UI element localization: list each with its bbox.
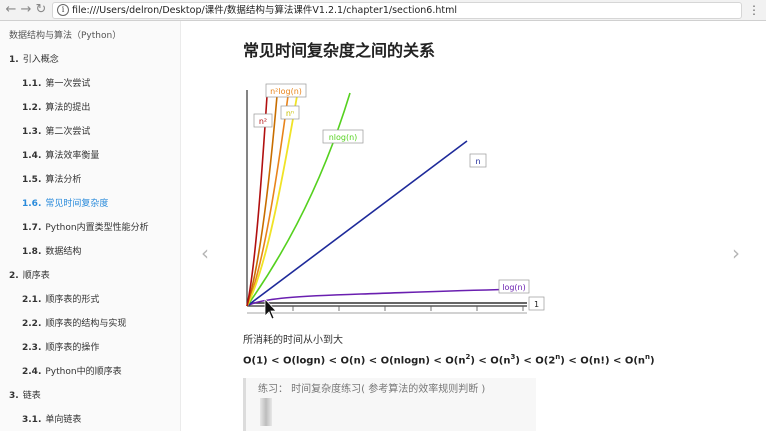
address-bar[interactable]: i file:///Users/delron/Desktop/课件/数据结构与算… (52, 2, 742, 19)
sidebar-item[interactable]: 1.6. 常见时间复杂度 (22, 196, 108, 209)
sidebar-item[interactable]: 1. 引入概念 (9, 52, 59, 65)
svg-text:n: n (475, 157, 480, 166)
sidebar-item-number: 1.5. (22, 175, 42, 185)
label-nlogn: nlog(n) (322, 129, 364, 144)
sidebar-item-label: 第一次尝试 (45, 79, 91, 89)
label-n2logn: n²log(n) (265, 83, 307, 98)
sidebar-item[interactable]: 1.3. 第二次尝试 (22, 124, 90, 137)
sidebar-item[interactable]: 2. 顺序表 (9, 268, 50, 281)
sidebar-item[interactable]: 1.5. 算法分析 (22, 172, 81, 185)
sidebar-item-number: 1.3. (22, 127, 42, 137)
sidebar-item[interactable]: 2.3. 顺序表的操作 (22, 340, 99, 353)
forward-button[interactable]: → (19, 2, 33, 18)
prev-page-arrow[interactable]: ‹ (201, 243, 209, 263)
mouse-cursor-icon (264, 297, 277, 320)
sidebar-item-number: 1.6. (22, 199, 42, 209)
sidebar-item-label: 数据结构 (45, 247, 82, 257)
svg-text:n²: n² (259, 117, 267, 126)
sidebar-item-label: 算法的提出 (45, 103, 91, 113)
label-n-yellow: nⁿ (280, 105, 300, 120)
sidebar-item[interactable]: 1.1. 第一次尝试 (22, 76, 90, 89)
sidebar-item-number: 2.2. (22, 319, 42, 329)
sidebar-item[interactable]: 2.4. Python中的顺序表 (22, 364, 122, 377)
label-1: 1 (528, 296, 545, 311)
sidebar-item-label: 第二次尝试 (45, 127, 91, 137)
page-title: 常见时间复杂度之间的关系 (243, 41, 436, 60)
book-sidebar: 数据结构与算法（Python） 1. 引入概念 1.1. 第一次尝试 1.2. 算法的提出… (0, 21, 181, 431)
sidebar-item-label: 单向链表 (45, 415, 82, 425)
sidebar-item-number: 3. (9, 391, 19, 401)
sidebar-item[interactable]: 2.1. 顺序表的形式 (22, 292, 99, 305)
sidebar-item[interactable]: 3.1. 单向链表 (22, 412, 81, 425)
sidebar-item-label: 顺序表的结构与实现 (45, 319, 127, 329)
sidebar-item[interactable]: 1.7. Python内置类型性能分析 (22, 220, 149, 233)
sidebar-item-number: 1.2. (22, 103, 42, 113)
sidebar-item-number: 1.4. (22, 151, 42, 161)
sidebar-item-label: 算法分析 (45, 175, 82, 185)
exercise-image (260, 398, 272, 426)
chart-caption: 所消耗的时间从小到大 (243, 335, 343, 346)
main-content: 常见时间复杂度之间的关系 ‹ › n² n²log(n) nⁿ nlog(n) … (181, 21, 766, 431)
sidebar-item-number: 2.4. (22, 367, 42, 377)
menu-icon[interactable]: ⋮ (748, 2, 760, 18)
sidebar-item[interactable]: 1.2. 算法的提出 (22, 100, 90, 113)
back-button[interactable]: ← (4, 2, 18, 18)
label-logn: log(n) (498, 279, 530, 294)
sidebar-item-label: 引入概念 (22, 55, 59, 65)
series-n-line (246, 140, 468, 307)
svg-text:n²log(n): n²log(n) (270, 87, 302, 96)
svg-text:log(n): log(n) (502, 283, 526, 292)
browser-toolbar: ← → ↻ i file:///Users/delron/Desktop/课件/… (0, 0, 766, 21)
svg-text:nlog(n): nlog(n) (329, 133, 358, 142)
sidebar-item[interactable]: 2.2. 顺序表的结构与实现 (22, 316, 126, 329)
exercise-text: 练习： 时间复杂度练习( 参考算法的效率规则判断 ) (258, 384, 486, 395)
sidebar-item-number: 3.1. (22, 415, 42, 425)
exercise-blockquote: 练习： 时间复杂度练习( 参考算法的效率规则判断 ) (243, 378, 536, 431)
sidebar-item-number: 1. (9, 55, 19, 65)
sidebar-item-number: 1.8. (22, 247, 42, 257)
next-page-arrow[interactable]: › (732, 243, 740, 263)
sidebar-item[interactable]: 1.8. 数据结构 (22, 244, 81, 257)
sidebar-item-label: 算法效率衡量 (45, 151, 100, 161)
sidebar-item-label: 顺序表的形式 (45, 295, 100, 305)
sidebar-item-label: 链表 (22, 391, 41, 401)
sidebar-item-label: Python中的顺序表 (45, 367, 122, 377)
svg-text:nⁿ: nⁿ (286, 109, 294, 118)
info-icon[interactable]: i (57, 4, 69, 16)
sidebar-item-label: 顺序表的操作 (45, 343, 100, 353)
complexity-order-formula: O(1) < O(logn) < O(n) < O(nlogn) < O(n2)… (243, 353, 655, 367)
sidebar-item-number: 1.1. (22, 79, 42, 89)
sidebar-item-number: 2.1. (22, 295, 42, 305)
book-title[interactable]: 数据结构与算法（Python） (9, 28, 121, 41)
sidebar-item-number: 1.7. (22, 223, 42, 233)
reload-button[interactable]: ↻ (34, 2, 48, 18)
url-text[interactable]: file:///Users/delron/Desktop/课件/数据结构与算法课… (72, 4, 457, 17)
sidebar-item[interactable]: 1.4. 算法效率衡量 (22, 148, 99, 161)
complexity-chart: n² n²log(n) nⁿ nlog(n) n log(n) 1 (246, 83, 545, 320)
sidebar-item[interactable]: 3. 链表 (9, 388, 41, 401)
sidebar-item-number: 2.3. (22, 343, 42, 353)
sidebar-item-number: 2. (9, 271, 19, 281)
svg-text:1: 1 (534, 300, 539, 309)
label-n: n (469, 153, 487, 168)
sidebar-item-label: 顺序表 (22, 271, 50, 281)
sidebar-item-label: 常见时间复杂度 (45, 199, 109, 209)
label-n2: n² (253, 113, 273, 128)
sidebar-item-label: Python内置类型性能分析 (45, 223, 149, 233)
